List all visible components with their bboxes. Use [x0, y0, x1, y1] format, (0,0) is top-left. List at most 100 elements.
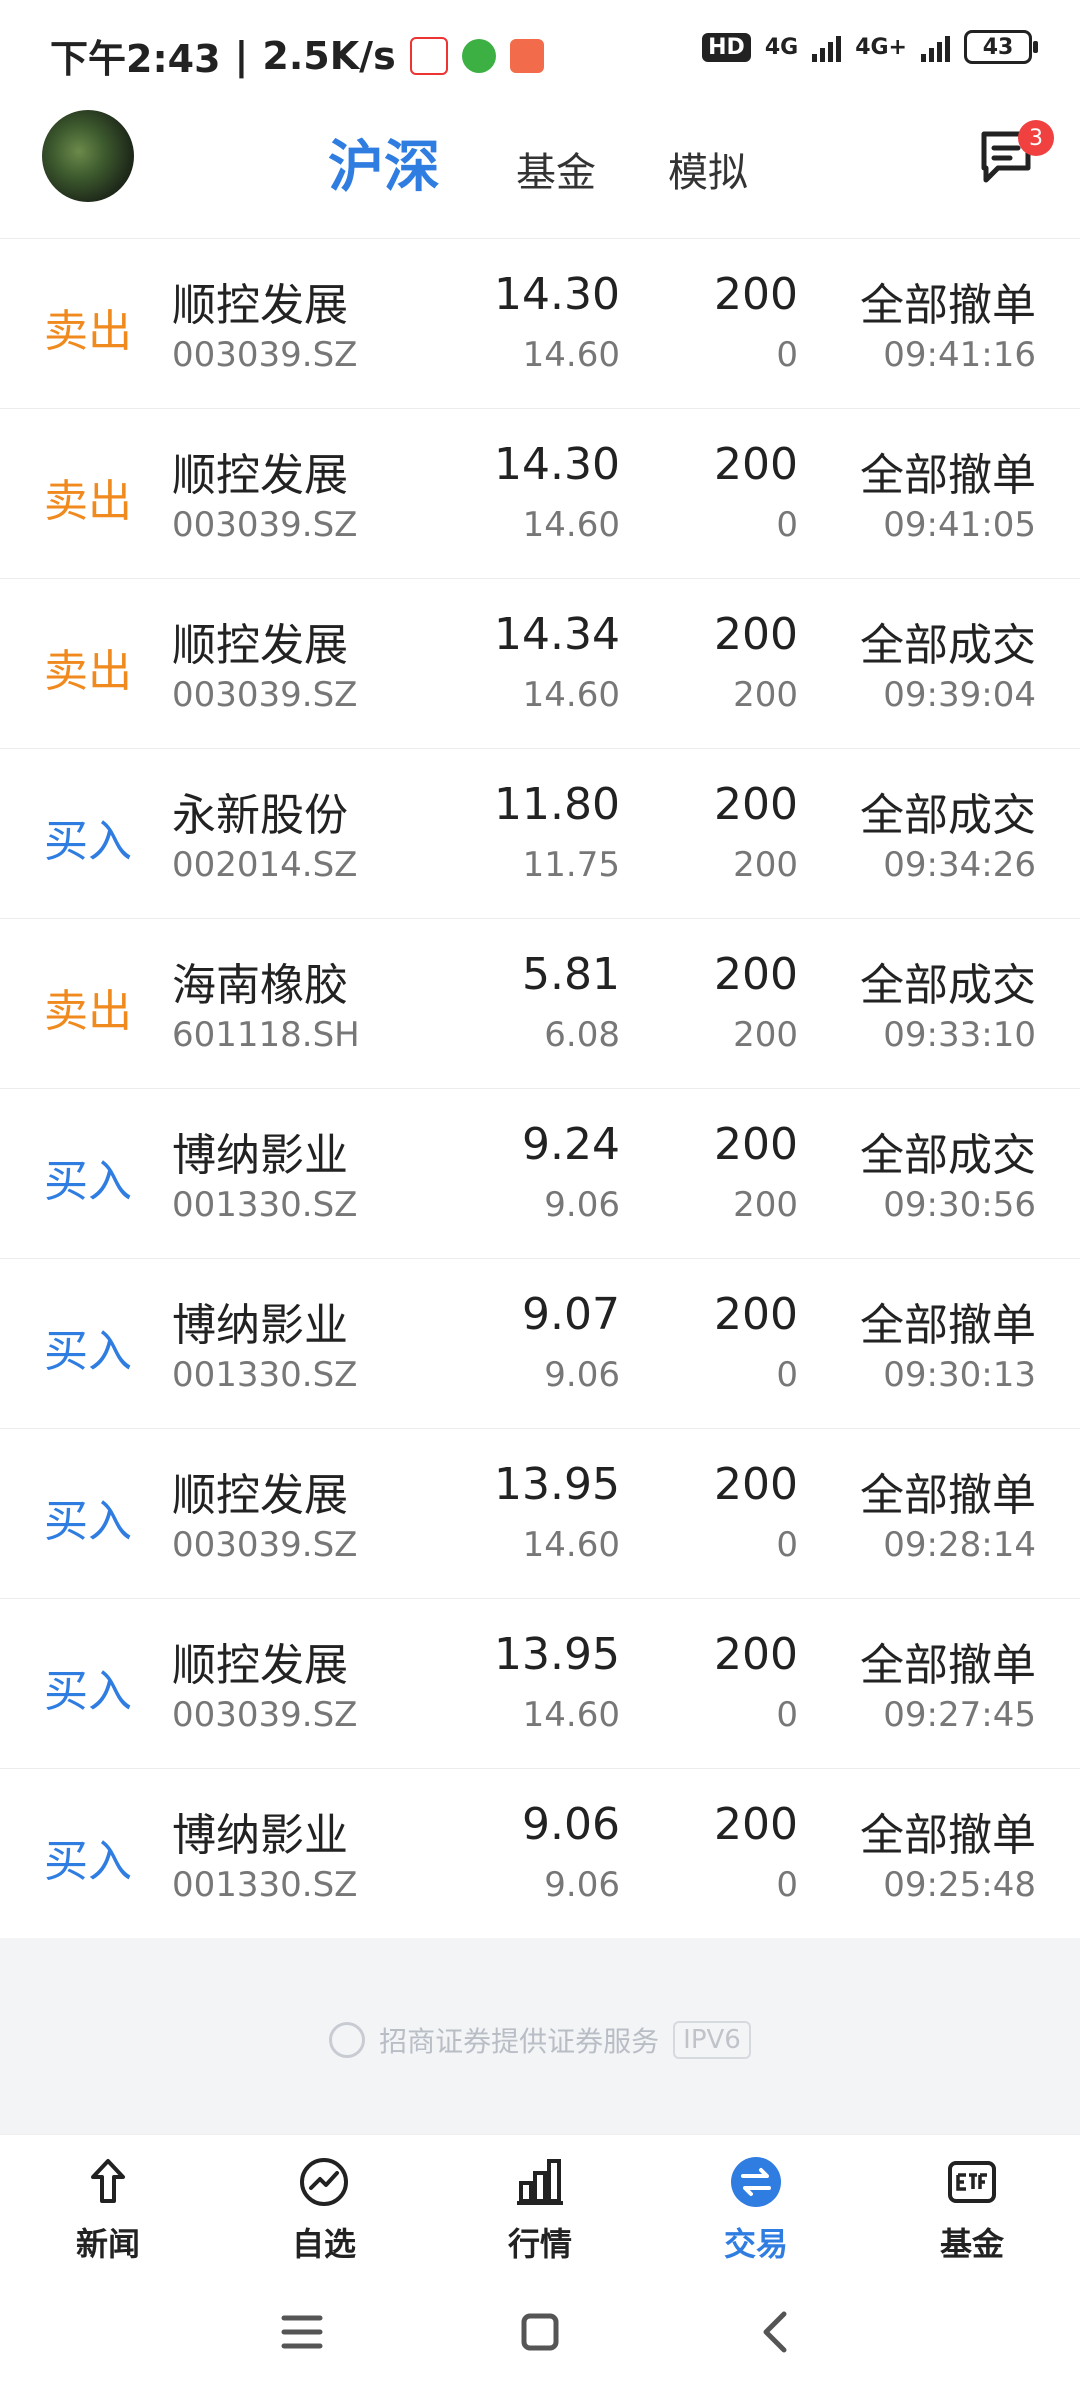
signal-icon-2	[921, 32, 950, 62]
order-row[interactable]: 卖出 顺控发展 003039.SZ 14.30 14.60 200 0 全部撤单…	[0, 409, 1080, 579]
stock-name: 博纳影业	[172, 1300, 348, 1351]
order-time: 09:33:10	[883, 1015, 1036, 1055]
nav-label: 新闻	[75, 2225, 140, 2263]
system-nav-bar	[0, 2264, 1080, 2400]
order-side: 买入	[44, 816, 132, 867]
order-price: 9.07	[522, 1289, 620, 1340]
order-side: 买入	[44, 1496, 132, 1547]
menu-icon[interactable]	[272, 2302, 332, 2362]
status-time: 下午2:43	[50, 37, 221, 81]
message-count-badge: 3	[1018, 120, 1054, 156]
order-time: 09:30:13	[883, 1355, 1036, 1395]
order-side: 买入	[44, 1666, 132, 1717]
stock-name: 博纳影业	[172, 1130, 348, 1181]
order-price: 14.34	[494, 609, 620, 660]
order-row[interactable]: 卖出 海南橡胶 601118.SH 5.81 6.08 200 200 全部成交…	[0, 919, 1080, 1089]
shopping-notification-icon	[509, 38, 544, 73]
order-price: 14.30	[494, 439, 620, 490]
order-row[interactable]: 买入 永新股份 002014.SZ 11.80 11.75 200 200 全部…	[0, 749, 1080, 919]
hd-voice-icon: HD	[702, 32, 751, 62]
nav-market[interactable]: 行情	[432, 2135, 648, 2265]
order-quantity: 200	[714, 949, 798, 1000]
order-side: 卖出	[44, 306, 132, 357]
watchlist-icon	[300, 2158, 348, 2206]
order-row[interactable]: 买入 博纳影业 001330.SZ 9.07 9.06 200 0 全部撤单 0…	[0, 1259, 1080, 1429]
ref-price: 6.08	[544, 1015, 620, 1055]
filled-quantity: 0	[776, 1865, 798, 1905]
order-quantity: 200	[714, 1119, 798, 1170]
order-quantity: 200	[714, 1289, 798, 1340]
app-header: 沪深 基金 模拟 3	[0, 100, 1080, 238]
order-status: 全部成交	[860, 620, 1036, 671]
stock-code: 001330.SZ	[172, 1185, 358, 1225]
stock-code: 001330.SZ	[172, 1355, 358, 1395]
etf-icon	[948, 2161, 996, 2203]
ref-price: 9.06	[544, 1865, 620, 1905]
filled-quantity: 200	[733, 675, 798, 715]
filled-quantity: 0	[776, 505, 798, 545]
ref-price: 14.60	[522, 1695, 620, 1735]
back-icon[interactable]	[746, 2302, 806, 2362]
stock-code: 003039.SZ	[172, 505, 358, 545]
order-price: 9.24	[522, 1119, 620, 1170]
stock-name: 顺控发展	[172, 280, 348, 331]
filled-quantity: 0	[776, 1355, 798, 1395]
nav-label: 交易	[723, 2225, 788, 2263]
nav-news[interactable]: 新闻	[0, 2135, 216, 2265]
order-row[interactable]: 买入 博纳影业 001330.SZ 9.06 9.06 200 0 全部撤单 0…	[0, 1769, 1080, 1938]
order-status: 全部撤单	[860, 1640, 1036, 1691]
stock-code: 601118.SH	[172, 1015, 360, 1055]
order-price: 11.80	[494, 779, 620, 830]
order-time: 09:41:16	[883, 335, 1036, 375]
ref-price: 9.06	[544, 1355, 620, 1395]
market-tabs: 沪深 基金 模拟	[0, 100, 1080, 220]
status-speed: 2.5K/s	[262, 33, 396, 78]
order-quantity: 200	[714, 1799, 798, 1850]
order-row[interactable]: 买入 顺控发展 003039.SZ 13.95 14.60 200 0 全部撤单…	[0, 1599, 1080, 1769]
home-icon[interactable]	[510, 2302, 570, 2362]
status-left: 下午2:43 | 2.5K/s	[50, 28, 544, 83]
filled-quantity: 200	[733, 845, 798, 885]
news-icon	[91, 2159, 125, 2203]
order-status: 全部撤单	[860, 1810, 1036, 1861]
ref-price: 9.06	[544, 1185, 620, 1225]
filled-quantity: 0	[776, 335, 798, 375]
ref-price: 11.75	[522, 845, 620, 885]
order-side: 卖出	[44, 986, 132, 1037]
order-row[interactable]: 卖出 顺控发展 003039.SZ 14.34 14.60 200 200 全部…	[0, 579, 1080, 749]
nav-trade[interactable]: 交易	[648, 2135, 864, 2265]
order-price: 13.95	[494, 1629, 620, 1680]
tab-fund[interactable]: 基金	[516, 140, 596, 198]
stock-app-notification-icon	[409, 36, 448, 75]
filled-quantity: 200	[733, 1015, 798, 1055]
broker-logo-icon	[329, 2022, 366, 2058]
order-status: 全部成交	[860, 790, 1036, 841]
nav-watchlist[interactable]: 自选	[216, 2135, 432, 2265]
order-side: 卖出	[44, 476, 132, 527]
stock-name: 顺控发展	[172, 1640, 348, 1691]
stock-name: 顺控发展	[172, 620, 348, 671]
order-price: 14.30	[494, 269, 620, 320]
stock-name: 博纳影业	[172, 1810, 348, 1861]
status-right: HD 4G 4G+ 43	[702, 30, 1038, 64]
order-status: 全部成交	[860, 960, 1036, 1011]
order-status: 全部撤单	[860, 450, 1036, 501]
order-row[interactable]: 卖出 顺控发展 003039.SZ 14.30 14.60 200 0 全部撤单…	[0, 239, 1080, 409]
tab-simulation[interactable]: 模拟	[668, 140, 748, 198]
order-time: 09:30:56	[883, 1185, 1036, 1225]
filled-quantity: 200	[733, 1185, 798, 1225]
order-quantity: 200	[714, 609, 798, 660]
provider-info: 招商证券提供证券服务 IPV6	[0, 2020, 1080, 2060]
order-time: 09:25:48	[883, 1865, 1036, 1905]
order-time: 09:39:04	[883, 675, 1036, 715]
order-row[interactable]: 买入 博纳影业 001330.SZ 9.24 9.06 200 200 全部成交…	[0, 1089, 1080, 1259]
nav-fund[interactable]: 基金	[864, 2135, 1080, 2265]
tab-hushen[interactable]: 沪深	[328, 122, 440, 203]
order-time: 09:27:45	[883, 1695, 1036, 1735]
bottom-nav: 新闻 自选 行情 交易 基金	[0, 2134, 1080, 2265]
ref-price: 14.60	[522, 1525, 620, 1565]
signal-icon-1	[812, 32, 842, 62]
trade-icon	[731, 2157, 781, 2207]
footer-area: 招商证券提供证券服务 IPV6	[0, 1938, 1080, 2134]
order-row[interactable]: 买入 顺控发展 003039.SZ 13.95 14.60 200 0 全部撤单…	[0, 1429, 1080, 1599]
